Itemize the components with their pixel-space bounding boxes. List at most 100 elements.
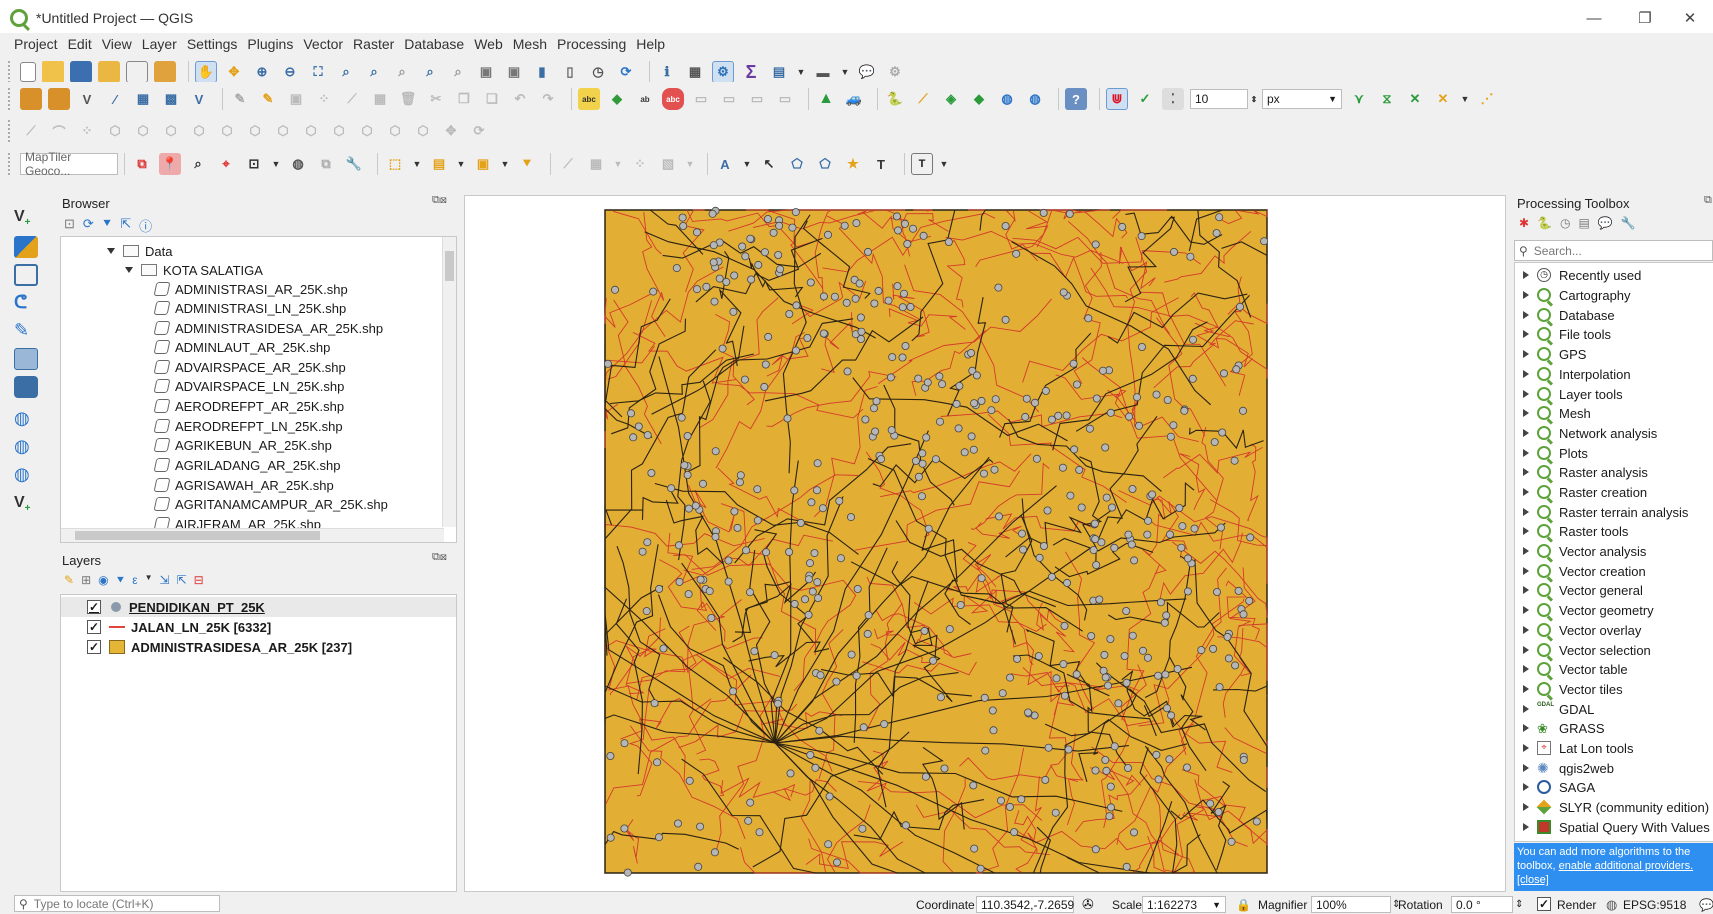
menu-web[interactable]: Web — [474, 36, 503, 52]
layer-visibility-checkbox[interactable]: ✓ — [87, 600, 101, 614]
add-wfs-layer-icon[interactable]: ◍ — [14, 436, 38, 458]
line-annotation-icon[interactable]: ⬠ — [814, 153, 836, 175]
add-delimited-icon[interactable]: ᕦ — [14, 292, 38, 314]
processing-item-qgis2web[interactable]: ✺ qgis2web — [1523, 759, 1614, 777]
add-mesh-icon[interactable] — [14, 264, 38, 286]
render-checkbox[interactable]: ✓ — [1537, 897, 1551, 911]
list-item[interactable]: ADMINISTRASIDESA_AR_25K.shp — [153, 319, 383, 337]
expand-arrow-icon[interactable] — [1523, 803, 1529, 811]
layer-row-administrasidesa[interactable]: ✓ ADMINISTRASIDESA_AR_25K [237] — [87, 638, 352, 656]
select-features-icon[interactable]: ⬚ — [384, 153, 406, 175]
rotation-field[interactable]: 0.0 ° — [1451, 896, 1513, 913]
show-bookmarks-icon[interactable]: ▯ — [559, 61, 581, 83]
menu-edit[interactable]: Edit — [68, 36, 92, 52]
processing-item-plots[interactable]: Plots — [1523, 444, 1588, 462]
layer-visibility-checkbox[interactable]: ✓ — [87, 620, 101, 634]
expand-arrow-icon[interactable] — [1523, 646, 1529, 654]
expand-arrow-icon[interactable] — [1523, 370, 1529, 378]
add-ring-icon[interactable]: ⁘ — [76, 120, 98, 142]
open-project-icon[interactable] — [42, 61, 64, 83]
processing-item-vector-creation[interactable]: Vector creation — [1523, 562, 1646, 580]
processing-item-vector-selection[interactable]: Vector selection — [1523, 641, 1651, 659]
plugin-globe-icon[interactable]: ◍ — [996, 88, 1018, 110]
vertex-tool-icon[interactable]: ⟋ — [341, 88, 363, 110]
pin-location-icon[interactable]: 📍 — [159, 153, 181, 175]
add-wms-layer-icon[interactable]: ◍ — [14, 408, 38, 430]
modify-attributes-icon[interactable]: ▦ — [369, 88, 391, 110]
menu-project[interactable]: Project — [14, 36, 58, 52]
processing-item-raster-terrain-analysis[interactable]: Raster terrain analysis — [1523, 503, 1688, 521]
python-console-icon[interactable]: 🐍 — [884, 88, 906, 110]
new-project-icon[interactable] — [20, 62, 36, 82]
change-label-icon[interactable]: ▭ — [746, 88, 768, 110]
expand-arrow-icon[interactable] — [1523, 449, 1529, 457]
expand-arrow-icon[interactable] — [1523, 606, 1529, 614]
map-canvas[interactable] — [464, 195, 1506, 892]
scripts-icon[interactable]: 🐍 — [1537, 216, 1552, 230]
digitize-icon[interactable]: ⟋ — [20, 120, 42, 142]
models-icon[interactable]: ✱ — [1519, 216, 1529, 230]
plugin-search-icon[interactable]: ◍ — [1024, 88, 1046, 110]
enable-providers-link[interactable]: enable additional providers. — [1559, 860, 1694, 872]
snap-tolerance-stepper[interactable]: ⇕ — [1248, 88, 1260, 110]
self-snap-icon[interactable]: ✕ — [1432, 88, 1454, 110]
browser-vertical-scrollbar[interactable] — [442, 237, 456, 527]
menu-help[interactable]: Help — [636, 36, 665, 52]
statistics-sum-icon[interactable]: Σ — [740, 61, 762, 83]
open-attribute-table-icon[interactable]: ▦ — [684, 61, 706, 83]
geocoder-search-input[interactable]: MapTiler Geoco... — [20, 150, 118, 178]
zoom-to-selection-icon[interactable]: ⌕ — [335, 61, 357, 83]
dock-float-close-icon[interactable]: ⧉⊠ — [432, 194, 447, 207]
move-label-icon[interactable]: ▭ — [690, 88, 712, 110]
rotate-symbols-icon[interactable]: ⬡ — [384, 120, 406, 142]
list-item[interactable]: ADMINISTRASI_LN_25K.shp — [153, 299, 346, 317]
terrain-profile-icon[interactable]: ▲ — [815, 88, 837, 110]
expand-arrow-icon[interactable] — [1523, 586, 1529, 594]
reshape-icon[interactable]: ⬡ — [216, 120, 238, 142]
magnifier-field[interactable]: 100% — [1311, 896, 1391, 913]
edit-features-icon[interactable]: 💬 — [1598, 216, 1613, 230]
list-item[interactable]: AGRITANAMCAMPUR_AR_25K.shp — [153, 495, 388, 513]
plugin-a-icon[interactable]: ◈ — [940, 88, 962, 110]
add-vector-icon[interactable]: V+ — [14, 208, 38, 230]
processing-item-interpolation[interactable]: Interpolation — [1523, 365, 1631, 383]
expand-arrow-icon[interactable] — [1523, 508, 1529, 516]
zoom-full-icon[interactable]: ⛶ — [307, 61, 329, 83]
list-item[interactable]: ADVAIRSPACE_AR_25K.shp — [153, 358, 346, 376]
paste-features-icon[interactable]: ❏ — [481, 88, 503, 110]
browser-horizontal-scrollbar[interactable] — [61, 528, 444, 542]
list-item[interactable]: ADMINLAUT_AR_25K.shp — [153, 338, 330, 356]
menu-plugins[interactable]: Plugins — [247, 36, 293, 52]
modify-annotation-icon[interactable]: ↖ — [758, 153, 780, 175]
expand-arrow-icon[interactable] — [1523, 823, 1529, 831]
messages-icon[interactable]: 💬 — [1699, 898, 1713, 912]
zoom-out-icon[interactable]: ⊖ — [279, 61, 301, 83]
split-features-icon[interactable]: ⬡ — [272, 120, 294, 142]
save-edits-icon[interactable]: ▣ — [285, 88, 307, 110]
filter-expression-icon[interactable]: ε — [132, 573, 137, 588]
current-edits-icon[interactable]: ✎ — [229, 88, 251, 110]
processing-item-database[interactable]: Database — [1523, 306, 1615, 324]
georeference-icon[interactable]: ⧉ — [131, 153, 153, 175]
dock-float-close-icon[interactable]: ⧉⊠ — [432, 551, 447, 564]
undo-icon[interactable]: ↶ — [509, 88, 531, 110]
expand-arrow-icon[interactable] — [1523, 744, 1529, 752]
text-annotation-icon[interactable]: A — [714, 153, 736, 175]
processing-item-cartography[interactable]: Cartography — [1523, 286, 1631, 304]
refresh-icon[interactable]: ⟳ — [615, 61, 637, 83]
processing-item-raster-tools[interactable]: Raster tools — [1523, 522, 1628, 540]
scale-select[interactable]: 1:162273 ▼ — [1142, 896, 1226, 913]
layout-manager-icon[interactable] — [126, 61, 148, 83]
pan-to-selection-icon[interactable]: ✥ — [223, 61, 245, 83]
scale-snap-icon[interactable]: ⋰ — [1476, 88, 1498, 110]
expand-arrow-icon[interactable] — [1523, 527, 1529, 535]
add-line-icon[interactable]: ∕ — [104, 88, 126, 110]
redo-icon[interactable]: ↷ — [537, 88, 559, 110]
delete-selected-icon[interactable]: 🗑 — [397, 88, 419, 110]
snap-unit-select[interactable]: px ▼ — [1262, 89, 1342, 109]
add-delimited-text-icon[interactable]: V — [76, 88, 98, 110]
field-calculator-icon[interactable]: ▤ — [768, 61, 790, 83]
trace-icon[interactable]: ⋎ — [1348, 88, 1370, 110]
chevron-down-icon[interactable]: ▼ — [145, 573, 153, 588]
chevron-down-icon[interactable]: ▼ — [613, 153, 623, 175]
